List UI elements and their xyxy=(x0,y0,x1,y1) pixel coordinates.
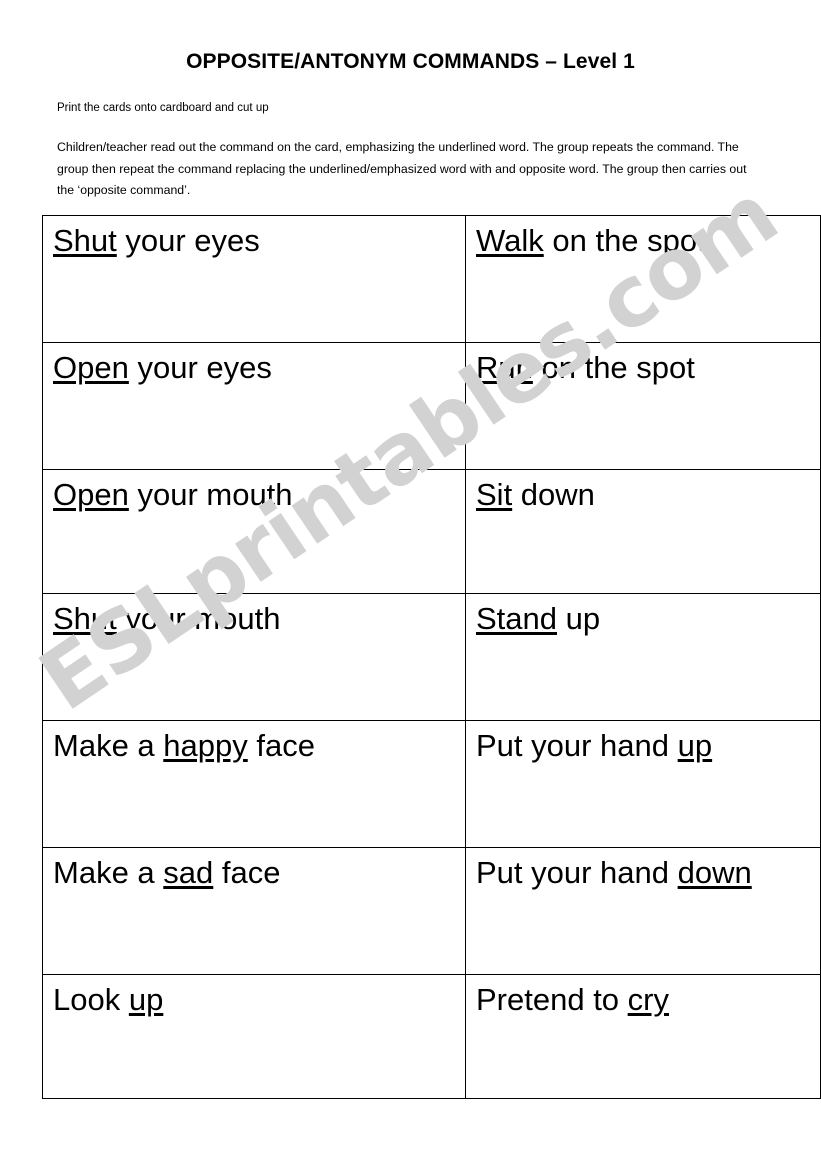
command-card: Look up xyxy=(42,974,466,1099)
command-card: Walk on the spot xyxy=(465,215,821,343)
card-text-before: Make a xyxy=(53,728,164,763)
card-emphasis-word: up xyxy=(677,728,713,763)
command-card-text: Pretend to cry xyxy=(476,981,810,1019)
page-title: OPPOSITE/ANTONYM COMMANDS – Level 1 xyxy=(186,50,635,73)
worksheet-page: ESLprintables.com OPPOSITE/ANTONYM COMMA… xyxy=(0,0,821,1169)
activity-instruction-paragraph: Children/teacher read out the command on… xyxy=(57,140,747,198)
card-text-after: on the spot xyxy=(532,350,695,385)
table-row: Open your mouth Sit down xyxy=(42,469,821,594)
card-text-after: face xyxy=(247,728,315,763)
command-card: Sit down xyxy=(465,469,821,594)
command-card: Put your hand up xyxy=(465,720,821,848)
card-text-before: Put your hand xyxy=(476,855,678,890)
card-text-after: down xyxy=(512,477,595,512)
table-row: Make a happy face Put your hand up xyxy=(42,720,821,848)
table-row: Shut your mouth Stand up xyxy=(42,593,821,721)
command-card: Open your eyes xyxy=(42,342,466,470)
command-card: Stand up xyxy=(465,593,821,721)
card-text-after: your mouth xyxy=(116,601,281,636)
table-row: Shut your eyes Walk on the spot xyxy=(42,215,821,343)
command-card-text: Put your hand up xyxy=(476,727,810,765)
card-emphasis-word: sad xyxy=(163,855,214,890)
command-card-text: Make a sad face xyxy=(53,854,455,892)
table-row: Open your eyes Run on the spot xyxy=(42,342,821,470)
table-row: Look up Pretend to cry xyxy=(42,974,821,1099)
card-text-before: Make a xyxy=(53,855,164,890)
card-emphasis-word: Shut xyxy=(53,223,117,258)
command-card: Run on the spot xyxy=(465,342,821,470)
command-card-text: Open your mouth xyxy=(53,476,455,514)
card-emphasis-word: happy xyxy=(163,728,248,763)
card-emphasis-word: cry xyxy=(627,982,669,1017)
command-card-text: Shut your eyes xyxy=(53,222,455,260)
card-text-after: your eyes xyxy=(128,350,272,385)
table-row: Make a sad face Put your hand down xyxy=(42,847,821,975)
command-card-text: Open your eyes xyxy=(53,349,455,387)
card-text-before: Put your hand xyxy=(476,728,678,763)
command-card: Make a sad face xyxy=(42,847,466,975)
card-text-after: up xyxy=(557,601,601,636)
command-card-text: Sit down xyxy=(476,476,810,514)
card-emphasis-word: Walk xyxy=(476,223,544,258)
card-emphasis-word: Open xyxy=(53,477,129,512)
command-card: Pretend to cry xyxy=(465,974,821,1099)
card-emphasis-word: Sit xyxy=(476,477,513,512)
command-card-text: Put your hand down xyxy=(476,854,810,892)
command-card-text: Stand up xyxy=(476,600,810,638)
card-text-before: Pretend to xyxy=(476,982,628,1017)
card-text-after: on the spot xyxy=(543,223,706,258)
command-card: Put your hand down xyxy=(465,847,821,975)
card-text-after: face xyxy=(213,855,281,890)
command-cards-body: Shut your eyes Walk on the spot Open you… xyxy=(42,215,821,1099)
command-card: Shut your eyes xyxy=(42,215,466,343)
card-text-after: your mouth xyxy=(128,477,293,512)
card-text-before: Look xyxy=(53,982,129,1017)
print-instruction-line: Print the cards onto cardboard and cut u… xyxy=(57,102,269,114)
card-text-after: your eyes xyxy=(116,223,260,258)
card-emphasis-word: down xyxy=(677,855,752,890)
command-card-text: Make a happy face xyxy=(53,727,455,765)
command-card-text: Walk on the spot xyxy=(476,222,810,260)
command-card: Open your mouth xyxy=(42,469,466,594)
command-card: Make a happy face xyxy=(42,720,466,848)
card-emphasis-word: Open xyxy=(53,350,129,385)
card-emphasis-word: Stand xyxy=(476,601,558,636)
command-card-text: Look up xyxy=(53,981,455,1019)
card-emphasis-word: up xyxy=(128,982,164,1017)
command-card-text: Run on the spot xyxy=(476,349,810,387)
card-emphasis-word: Shut xyxy=(53,601,117,636)
command-cards-table: Shut your eyes Walk on the spot Open you… xyxy=(42,215,821,1099)
command-card: Shut your mouth xyxy=(42,593,466,721)
command-card-text: Shut your mouth xyxy=(53,600,455,638)
card-emphasis-word: Run xyxy=(476,350,533,385)
